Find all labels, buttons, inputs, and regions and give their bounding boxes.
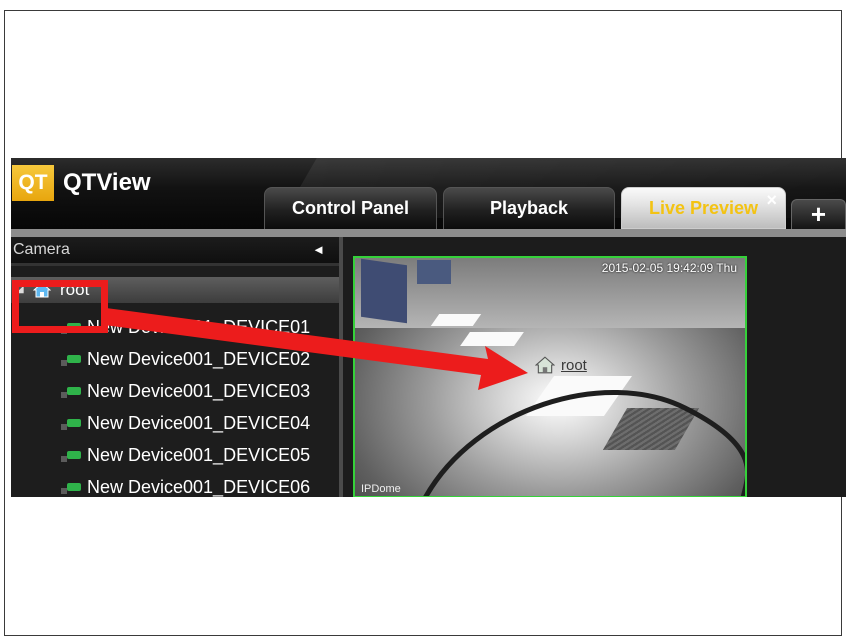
video-timestamp: 2015-02-05 19:42:09 Thu: [601, 261, 737, 275]
device-item-03[interactable]: New Device001_DEVICE03: [59, 378, 310, 404]
sidebar-header: Camera ◄: [11, 237, 339, 263]
tab-label: Live Preview: [648, 197, 759, 218]
camera-icon: [61, 419, 81, 431]
device-label: New Device001_DEVICE05: [87, 445, 311, 465]
tab-live-preview[interactable]: Live Preview ×: [621, 187, 786, 229]
home-icon: [535, 356, 555, 374]
add-tab-button[interactable]: +: [791, 199, 846, 229]
camera-name-label: IPDome: [361, 483, 401, 495]
device-item-06[interactable]: New Device001_DEVICE06: [59, 474, 310, 497]
annotation-highlight-box: [12, 280, 108, 333]
camera-icon: [61, 451, 81, 463]
close-icon[interactable]: ×: [766, 191, 777, 209]
device-label: New Device001_DEVICE04: [87, 413, 311, 433]
qtview-window: QT QTView Control Panel Playback Live Pr…: [11, 158, 846, 497]
device-label: New Device001_DEVICE02: [87, 349, 311, 369]
app-title: QTView: [63, 169, 151, 196]
divider: [11, 263, 339, 266]
tab-label: Playback: [489, 198, 569, 218]
device-item-05[interactable]: New Device001_DEVICE05: [59, 442, 310, 468]
tab-label: Control Panel: [291, 198, 409, 218]
app-logo: QT: [12, 165, 54, 201]
tab-control-panel[interactable]: Control Panel: [264, 187, 437, 229]
device-item-02[interactable]: New Device001_DEVICE02: [59, 346, 310, 372]
overlay-label: root: [561, 356, 587, 374]
device-label: New Device001_DEVICE03: [87, 381, 311, 401]
sidebar-title: Camera: [13, 241, 70, 258]
device-label: New Device001_DEVICE01: [87, 317, 311, 337]
device-label: New Device001_DEVICE06: [87, 477, 311, 497]
camera-icon: [61, 355, 81, 367]
tab-playback[interactable]: Playback: [443, 187, 615, 229]
video-window[interactable]: 2015-02-05 19:42:09 Thu root IPDome: [353, 256, 747, 497]
video-root-overlay: root: [535, 356, 587, 374]
live-view-area: 2015-02-05 19:42:09 Thu root IPDome: [343, 237, 846, 497]
camera-icon: [61, 387, 81, 399]
video-cable: [423, 389, 745, 496]
toolbar-strip: [11, 229, 846, 237]
title-bar: QT QTView Control Panel Playback Live Pr…: [11, 158, 846, 233]
camera-sidebar: Camera ◄ ◢ root New Device001_DEVICE01 N…: [11, 237, 343, 497]
collapse-icon[interactable]: ◄: [312, 237, 325, 263]
device-item-04[interactable]: New Device001_DEVICE04: [59, 410, 310, 436]
camera-icon: [61, 483, 81, 495]
